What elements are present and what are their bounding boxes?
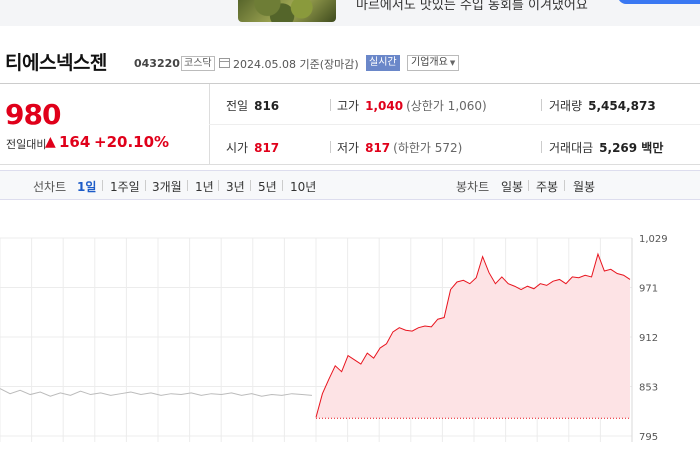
- y-tick-label: 795: [639, 432, 658, 443]
- separator: [330, 99, 331, 111]
- amount-label: 거래대금: [549, 141, 594, 155]
- upper-limit: (상한가 1,060): [406, 99, 487, 113]
- period-3y[interactable]: 3년: [226, 178, 245, 195]
- y-tick-label: 912: [639, 333, 658, 344]
- y-tick-label: 971: [639, 284, 658, 295]
- separator: [541, 99, 542, 111]
- low-label: 저가: [337, 141, 360, 155]
- candle-daily[interactable]: 일봉: [501, 178, 523, 195]
- separator: [218, 180, 219, 191]
- y-tick-label: 1,029: [639, 234, 668, 245]
- ad-banner[interactable]: 마르에서도 맛있는 수입 농회를 이겨냈어요: [0, 0, 700, 26]
- divider: [209, 124, 700, 125]
- separator: [145, 180, 146, 191]
- amount-cell: 거래대금 5,269 백만: [549, 139, 663, 156]
- change-amount: 164: [59, 133, 91, 151]
- period-5y[interactable]: 5년: [258, 178, 277, 195]
- company-overview-label: 기업개요: [411, 57, 448, 68]
- candle-monthly[interactable]: 월봉: [573, 178, 595, 195]
- separator: [330, 141, 331, 153]
- price-area-fill: [316, 254, 630, 419]
- company-overview-dropdown[interactable]: 기업개요 ▼: [407, 55, 460, 71]
- prev-close-label: 전일: [226, 99, 249, 113]
- period-10y[interactable]: 10년: [290, 178, 316, 195]
- separator: [282, 180, 283, 191]
- separator: [541, 141, 542, 153]
- chevron-down-icon: ▼: [449, 59, 456, 67]
- separator: [102, 180, 103, 191]
- amount-value: 5,269 백만: [599, 141, 664, 155]
- current-price: 980: [5, 98, 61, 131]
- quote-date: 2024.05.08 기준(장마감): [233, 58, 359, 71]
- separator: [187, 180, 188, 191]
- separator: [564, 180, 565, 191]
- period-1w[interactable]: 1주일: [110, 178, 140, 195]
- stock-header: 티에스넥스젠 043220 코스닥 2024.05.08 기준(장마감) 실시간…: [0, 46, 700, 76]
- ad-button[interactable]: [618, 0, 700, 4]
- volume-cell: 거래량 5,454,873: [549, 97, 656, 114]
- lower-limit: (하한가 572): [393, 141, 463, 155]
- candle-weekly[interactable]: 주봉: [536, 178, 558, 195]
- change-label: 전일대비: [6, 138, 47, 151]
- ad-text: 마르에서도 맛있는 수입 농회를 이겨냈어요: [356, 0, 588, 13]
- y-tick-label: 853: [639, 383, 658, 394]
- separator: [250, 180, 251, 191]
- high-value: 1,040: [365, 99, 404, 113]
- open-value: 817: [254, 141, 280, 155]
- price-chart[interactable]: 1,029 971 912 853 795: [0, 210, 700, 450]
- high-cell: 고가 1,040 (상한가 1,060): [337, 97, 487, 114]
- prev-close-value: 816: [254, 99, 280, 113]
- line-chart-label: 선차트: [33, 180, 67, 194]
- realtime-button[interactable]: 실시간: [366, 55, 400, 71]
- market-badge: 코스닥: [181, 56, 215, 71]
- prev-close-cell: 전일 816: [226, 97, 279, 114]
- up-arrow-icon: ▲: [45, 134, 56, 150]
- chart-toolbar: 선차트 1일 1주일 3개월 1년 3년 5년 10년 봉차트 일봉 주봉 월봉: [0, 170, 700, 200]
- separator: [528, 180, 529, 191]
- period-1y[interactable]: 1년: [195, 178, 214, 195]
- volume-value: 5,454,873: [588, 99, 656, 113]
- low-value: 817: [365, 141, 391, 155]
- quote-summary: 980 전일대비 ▲ 164 +20.10% 전일 816 고가 1,040 (상한가…: [0, 83, 700, 165]
- change-percent: +20.10%: [94, 133, 170, 151]
- high-label: 고가: [337, 99, 360, 113]
- calendar-icon: [219, 58, 230, 68]
- open-label: 시가: [226, 141, 249, 155]
- stock-name[interactable]: 티에스넥스젠: [5, 48, 107, 75]
- previous-session-line: [0, 388, 313, 397]
- period-3m[interactable]: 3개월: [152, 178, 182, 195]
- candle-chart-label: 봉차트: [456, 180, 490, 194]
- low-cell: 저가 817 (하한가 572): [337, 139, 462, 156]
- period-1d[interactable]: 1일: [77, 178, 96, 195]
- volume-label: 거래량: [549, 99, 583, 113]
- open-cell: 시가 817: [226, 139, 279, 156]
- ad-thumbnail: [238, 0, 336, 22]
- stock-code: 043220: [134, 57, 180, 70]
